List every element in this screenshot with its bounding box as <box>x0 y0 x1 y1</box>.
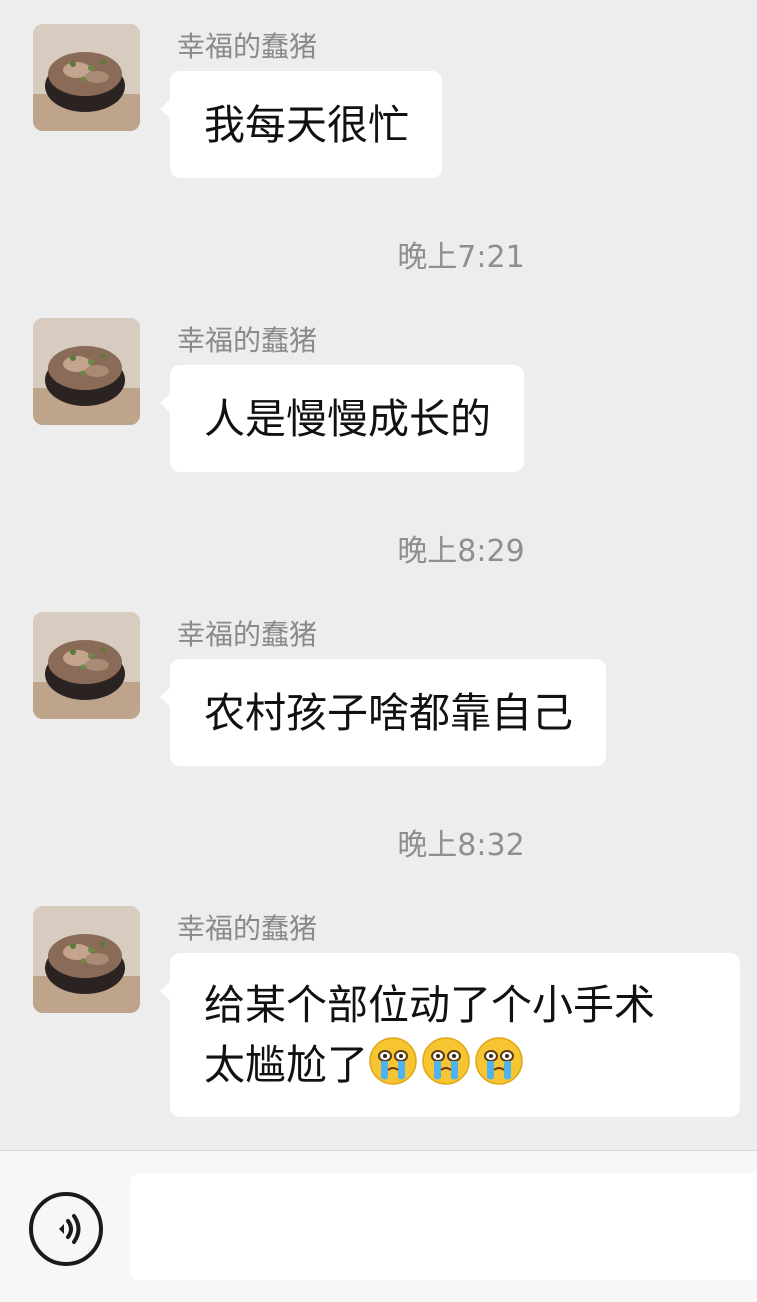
sender-name: 幸福的蠢猪 <box>177 618 318 651</box>
timestamp: 晚上7:21 <box>397 240 525 275</box>
timestamp: 晚上8:32 <box>397 828 525 863</box>
message-bubble[interactable]: 我每天很忙 <box>160 71 442 178</box>
crying-face-emoji <box>369 1037 417 1085</box>
contact-avatar[interactable] <box>33 906 140 1013</box>
sender-name: 幸福的蠢猪 <box>177 324 318 357</box>
message-line: 太尴尬了 <box>204 1035 707 1095</box>
crying-face-emoji <box>475 1037 523 1085</box>
contact-avatar[interactable] <box>33 318 140 425</box>
sender-name: 幸福的蠢猪 <box>177 912 318 945</box>
contact-avatar[interactable] <box>33 612 140 719</box>
food-photo-avatar-icon <box>33 906 140 1013</box>
voice-mode-icon <box>59 1214 81 1244</box>
sender-name: 幸福的蠢猪 <box>177 30 318 63</box>
food-photo-avatar-icon <box>33 612 140 719</box>
timestamp: 晚上8:29 <box>397 534 525 569</box>
input-bar <box>0 1150 757 1302</box>
chat-area[interactable]: 幸福的蠢猪 我每天很忙 晚上7:21 幸福的蠢猪 人是慢慢成长的 晚上8:29 <box>0 0 757 1150</box>
contact-avatar[interactable] <box>33 24 140 131</box>
message-bubble[interactable]: 给某个部位动了个小手术 太尴尬了 <box>160 953 740 1117</box>
message-bubble[interactable]: 农村孩子啥都靠自己 <box>160 659 606 766</box>
message-bubble[interactable]: 人是慢慢成长的 <box>160 365 524 472</box>
message-input[interactable] <box>130 1173 757 1280</box>
message-line: 给某个部位动了个小手术 <box>204 981 655 1029</box>
crying-face-emoji <box>422 1037 470 1085</box>
voice-mode-button[interactable] <box>29 1192 103 1266</box>
message-line-text: 太尴尬了 <box>204 1041 368 1089</box>
food-photo-avatar-icon <box>33 24 140 131</box>
food-photo-avatar-icon <box>33 318 140 425</box>
